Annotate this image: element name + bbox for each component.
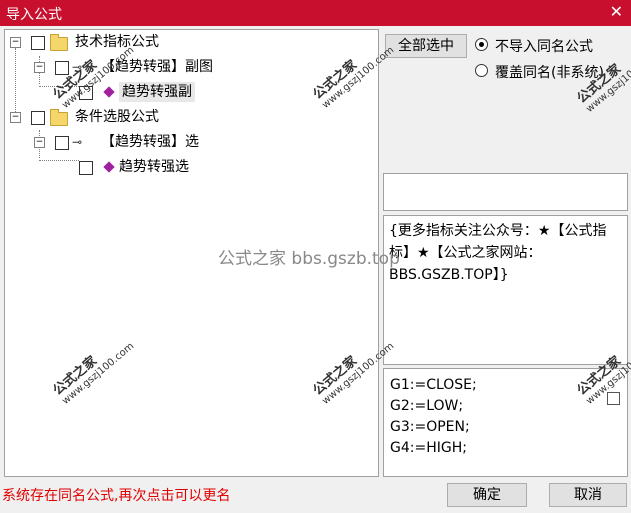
- description-text: {更多指标关注公众号：★【公式指标】★【公式之家网站：BBS.GSZB.TOP】…: [389, 223, 607, 283]
- tree-node-label: 趋势转强选: [119, 159, 189, 175]
- tree-node-label: 条件选股公式: [75, 109, 159, 125]
- center-watermark: 公式之家 bbs.gszb.top: [218, 249, 400, 269]
- formula-code-text: G1:=CLOSE; G2:=LOW; G3:=OPEN; G4:=HIGH;: [390, 377, 477, 456]
- formula-icon: [103, 86, 115, 98]
- collapse-icon[interactable]: −: [34, 62, 45, 73]
- tree-checkbox[interactable]: [55, 136, 69, 150]
- tree-node-selection-group[interactable]: − 条件选股公式: [5, 107, 365, 127]
- window-title: 导入公式: [6, 7, 62, 23]
- code-checkbox[interactable]: [607, 392, 620, 405]
- select-all-button[interactable]: 全部选中: [385, 34, 467, 58]
- formula-icon: [103, 161, 115, 173]
- tree-node-label: 趋势转强副: [119, 82, 195, 102]
- collapse-icon[interactable]: −: [34, 137, 45, 148]
- status-message: 系统存在同名公式,再次点击可以更名: [2, 488, 231, 504]
- radio-overwrite-same-name[interactable]: [475, 64, 488, 77]
- collapse-icon[interactable]: −: [10, 37, 21, 48]
- close-icon[interactable]: ✕: [610, 2, 623, 21]
- description-box[interactable]: {更多指标关注公众号：★【公式指标】★【公式之家网站：BBS.GSZB.TOP】…: [383, 215, 628, 365]
- folder-icon: [50, 34, 68, 51]
- tree-checkbox[interactable]: [31, 111, 45, 125]
- import-formula-dialog: 导入公式 ✕ − 技术指标公式 − ⊸ 【趋势转强】副图 趋势转强副 − 条件选…: [0, 0, 631, 513]
- tree-checkbox[interactable]: [31, 36, 45, 50]
- folder-icon: [50, 109, 68, 126]
- cancel-button[interactable]: 取消: [549, 483, 627, 507]
- tree-node-indicator-formula[interactable]: − ⊸ 【趋势转强】副图: [5, 57, 365, 77]
- tree-checkbox[interactable]: [79, 161, 93, 175]
- tree-node-selection-formula[interactable]: − ⊸ 【趋势转强】选: [5, 132, 365, 152]
- title-bar: 导入公式 ✕: [0, 0, 631, 26]
- tree-node-selection-leaf[interactable]: 趋势转强选: [5, 157, 365, 177]
- radio-skip-label: 不导入同名公式: [495, 39, 593, 55]
- collapse-icon[interactable]: −: [10, 112, 21, 123]
- key-icon: ⊸: [72, 135, 83, 149]
- tree-node-indicator-group[interactable]: − 技术指标公式: [5, 32, 365, 52]
- radio-skip-same-name[interactable]: [475, 38, 488, 51]
- tree-node-label: 【趋势转强】选: [101, 134, 199, 150]
- ok-button[interactable]: 确定: [447, 483, 527, 507]
- info-box: [383, 173, 628, 211]
